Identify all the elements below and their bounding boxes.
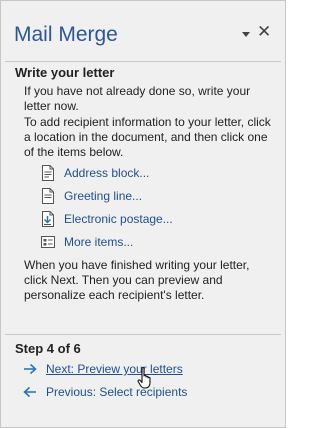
instructions-text: To add recipient information to your let… — [24, 115, 271, 159]
close-icon[interactable]: ✕ — [257, 23, 271, 41]
next-step-label: Next: Preview your letters — [46, 362, 183, 376]
previous-step-link[interactable]: Previous: Select recipients — [23, 383, 187, 401]
hand-cursor-icon — [137, 367, 151, 389]
step-indicator: Step 4 of 6 — [15, 341, 81, 356]
more-items-link[interactable]: More items... — [41, 233, 133, 251]
header-divider — [5, 61, 281, 62]
section-heading: Write your letter — [15, 65, 115, 80]
address-block-label: Address block... — [64, 166, 150, 180]
more-items-icon — [41, 236, 55, 248]
electronic-postage-icon — [42, 211, 54, 227]
pane-options-dropdown-icon[interactable] — [241, 25, 251, 41]
address-block-link[interactable]: Address block... — [41, 164, 149, 182]
mail-merge-pane: Mail Merge ✕ Write your letter If you ha… — [0, 0, 286, 428]
greeting-line-icon — [42, 188, 54, 204]
electronic-postage-label: Electronic postage... — [64, 212, 173, 226]
more-items-label: More items... — [64, 235, 134, 249]
greeting-line-link[interactable]: Greeting line... — [41, 187, 142, 205]
arrow-right-icon — [24, 363, 37, 375]
electronic-postage-link[interactable]: Electronic postage... — [41, 210, 173, 228]
greeting-line-label: Greeting line... — [64, 189, 143, 203]
previous-step-label: Previous: Select recipients — [46, 385, 188, 399]
footer-divider — [5, 334, 281, 335]
intro-text: If you have not already done so, write y… — [24, 84, 251, 113]
pane-title: Mail Merge — [14, 23, 118, 46]
closing-text: When you have finished writing your lett… — [24, 258, 250, 302]
arrow-left-icon — [23, 386, 36, 398]
address-block-icon — [42, 165, 54, 181]
next-step-link[interactable]: Next: Preview your letters — [23, 360, 183, 378]
